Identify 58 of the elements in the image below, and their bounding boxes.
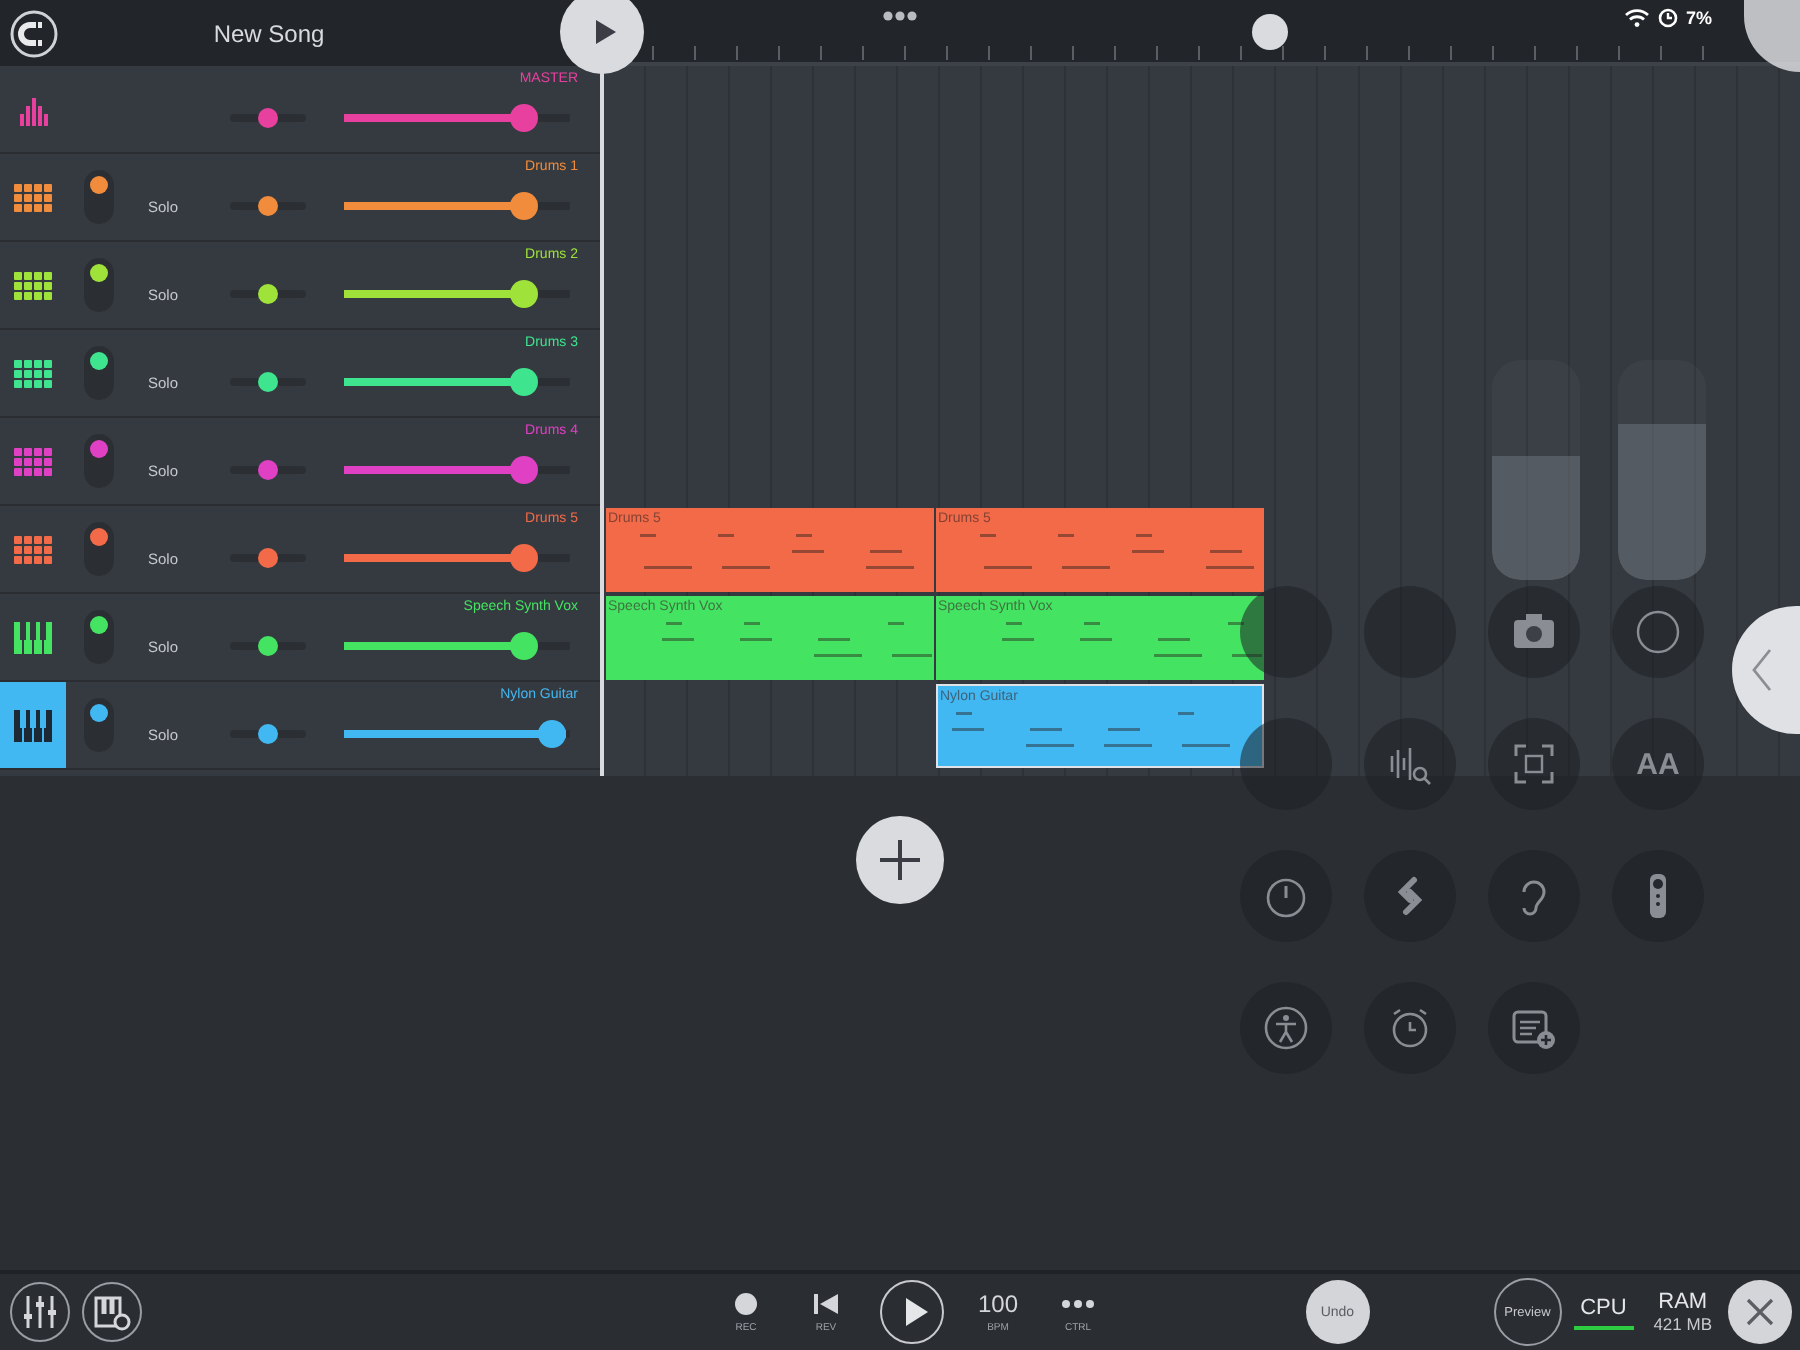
- mute-switch[interactable]: [83, 434, 113, 488]
- instrument-settings-button[interactable]: [82, 1282, 142, 1342]
- control-tile[interactable]: [1488, 718, 1580, 810]
- control-tile[interactable]: [1240, 850, 1332, 942]
- bar-graph-icon: [19, 93, 47, 125]
- drum-pad-icon: [14, 359, 52, 387]
- control-tile[interactable]: [1488, 586, 1580, 678]
- magnet-icon[interactable]: [10, 9, 58, 57]
- play-icon: [901, 1296, 929, 1328]
- sliders-icon: [20, 1292, 60, 1332]
- control-tile[interactable]: [1364, 850, 1456, 942]
- brightness-slider[interactable]: [1492, 360, 1580, 580]
- mixer-button[interactable]: [10, 1282, 70, 1342]
- drum-pad-icon: [14, 447, 52, 475]
- piano-keys-icon: [14, 709, 52, 741]
- song-title: New Song: [211, 19, 327, 47]
- piano-gear-icon: [92, 1292, 132, 1332]
- plus-icon: [878, 838, 922, 882]
- close-button[interactable]: [1728, 1280, 1792, 1344]
- add-button[interactable]: [856, 816, 944, 904]
- faded-control[interactable]: [1240, 586, 1332, 678]
- wifi-icon: [1624, 8, 1650, 28]
- record-icon: [730, 1290, 762, 1318]
- cpu-label: CPU: [1580, 1295, 1627, 1319]
- control-tile[interactable]: [1240, 982, 1332, 1074]
- ram-label: RAM: [1658, 1290, 1708, 1314]
- instrument-button[interactable]: [0, 682, 66, 768]
- chevron-left-icon: [1752, 648, 1772, 692]
- mute-switch[interactable]: [83, 522, 113, 576]
- mute-switch[interactable]: [83, 346, 113, 400]
- volume-slider[interactable]: [1618, 360, 1706, 580]
- clock-icon: [1658, 8, 1678, 28]
- battery-percentage: 7%: [1686, 8, 1713, 28]
- drum-pad-icon: [14, 183, 52, 211]
- accessibility-icon: [1262, 1004, 1310, 1052]
- dots-icon[interactable]: [882, 10, 918, 22]
- play-icon: [593, 18, 617, 46]
- close-icon: [1746, 1298, 1774, 1326]
- piano-keys-icon: [14, 621, 52, 653]
- mute-switch[interactable]: [83, 698, 113, 752]
- control-tile[interactable]: [1364, 982, 1456, 1074]
- faded-control[interactable]: [1240, 718, 1332, 810]
- control-tile[interactable]: [1488, 850, 1580, 942]
- mute-switch[interactable]: [83, 170, 113, 224]
- mute-switch[interactable]: [83, 258, 113, 312]
- ram-value: 421 MB: [1653, 1314, 1712, 1334]
- control-tile[interactable]: [1488, 982, 1580, 1074]
- text-size-control[interactable]: AA: [1612, 718, 1704, 810]
- control-tile[interactable]: [1612, 850, 1704, 942]
- mute-switch[interactable]: [83, 610, 113, 664]
- circle-icon: [1634, 608, 1682, 656]
- drum-pad-icon: [14, 271, 52, 299]
- play-button[interactable]: [880, 1280, 944, 1344]
- scan-icon: [1510, 740, 1558, 788]
- control-tile[interactable]: [1364, 718, 1456, 810]
- drum-pad-icon: [14, 535, 52, 563]
- control-tile[interactable]: [1612, 586, 1704, 678]
- skip-back-icon: [810, 1290, 842, 1318]
